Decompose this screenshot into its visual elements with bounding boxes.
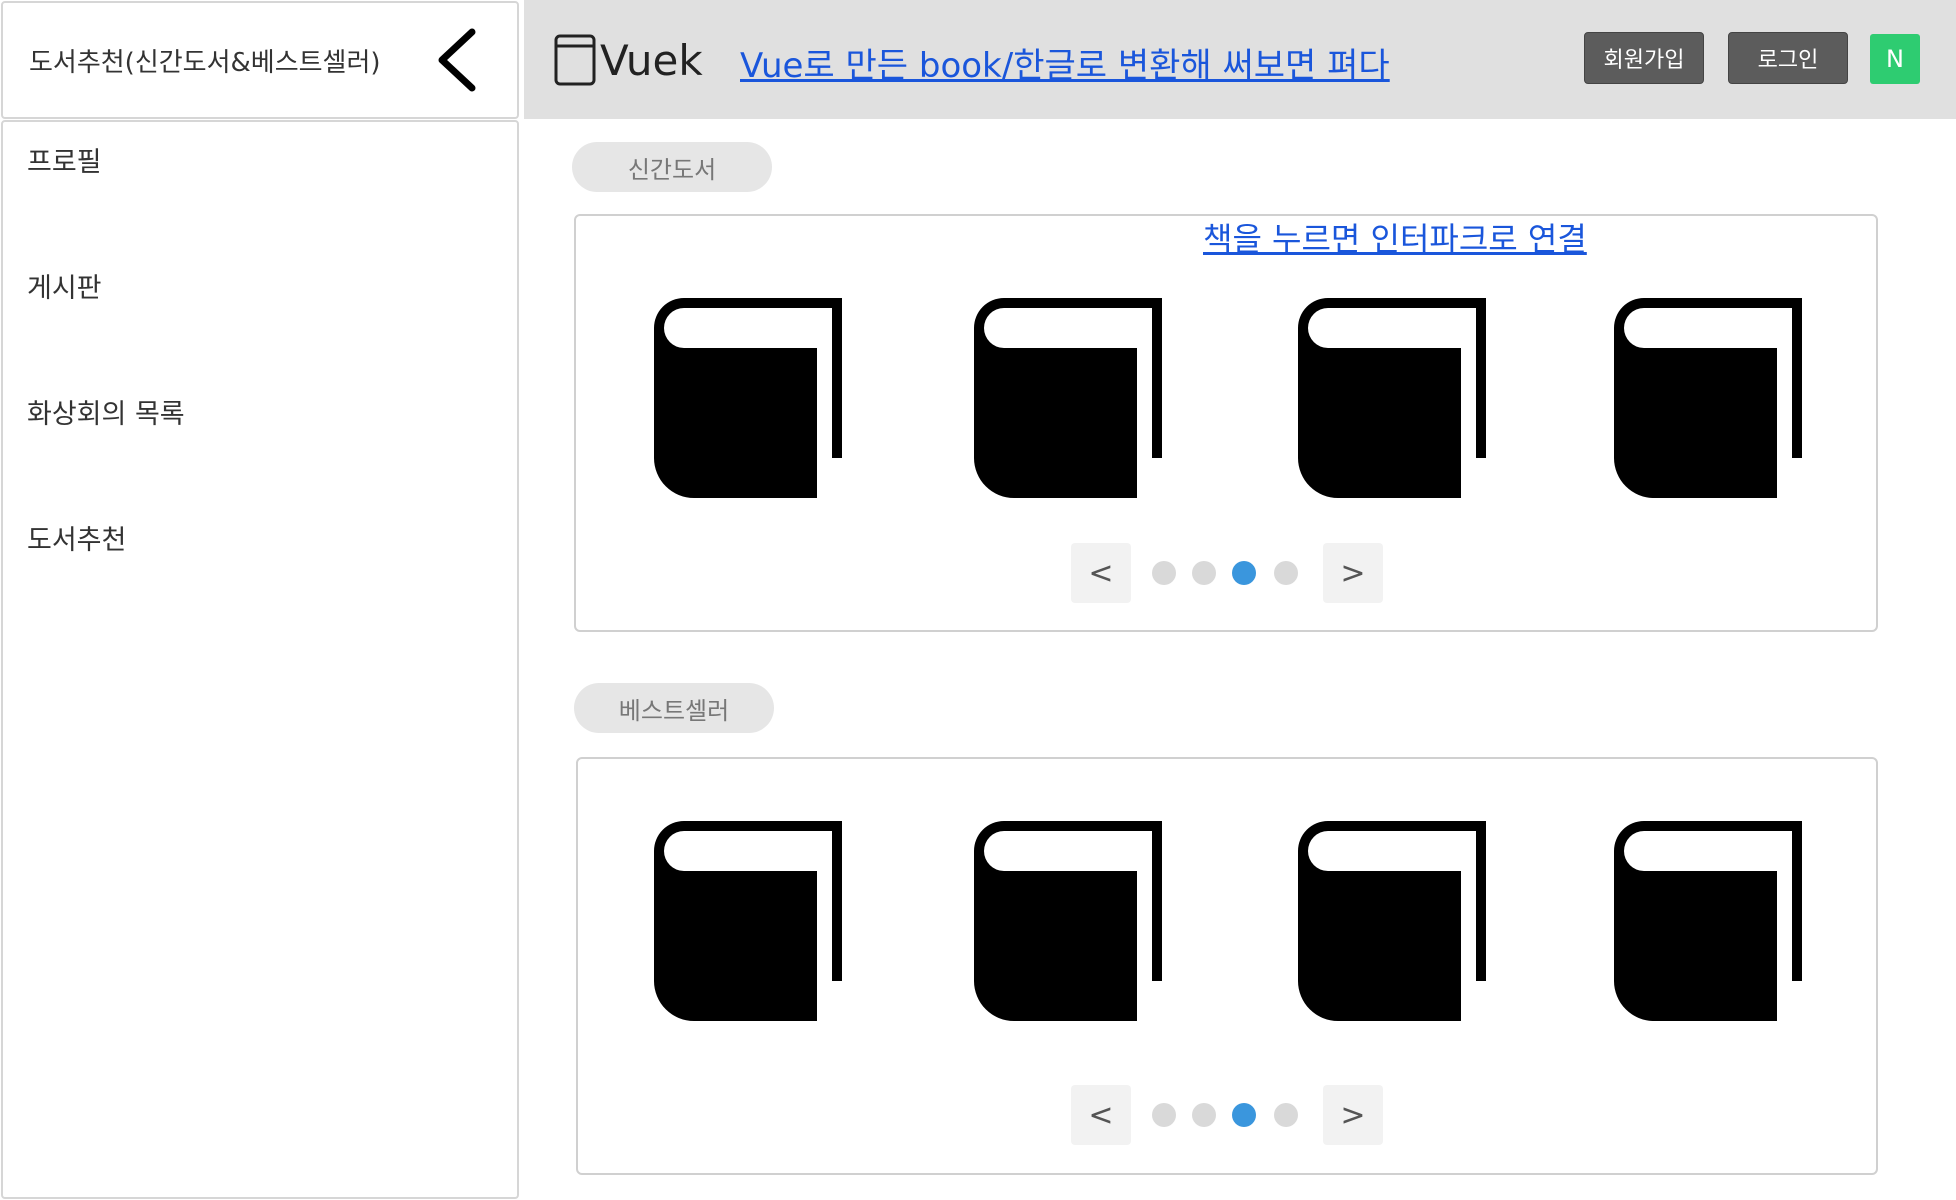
top-bar: Vuek Vue로 만든 book/한글로 변환해 써보면 펴다 회원가입 로그… xyxy=(524,0,1956,119)
section-label-new-books: 신간도서 xyxy=(572,142,772,192)
book-icon[interactable] xyxy=(654,821,844,1021)
book-icon[interactable] xyxy=(1614,298,1804,498)
carousel-dot-active[interactable] xyxy=(1232,1103,1256,1127)
section-label-bestseller: 베스트셀러 xyxy=(574,683,774,733)
carousel-prev-button[interactable]: < xyxy=(1071,1085,1131,1145)
sidebar-item-book-recommend[interactable]: 도서추천 xyxy=(27,518,126,557)
sidebar-title: 도서추천(신간도서&베스트셀러) xyxy=(29,47,381,78)
logo[interactable]: Vuek xyxy=(554,34,703,86)
carousel-next-button[interactable]: > xyxy=(1323,1085,1383,1145)
sidebar-item-board[interactable]: 게시판 xyxy=(27,266,102,305)
book-icon[interactable] xyxy=(974,821,1164,1021)
book-icon[interactable] xyxy=(1298,821,1488,1021)
chevron-left-icon xyxy=(438,28,476,92)
carousel-next-button[interactable]: > xyxy=(1323,543,1383,603)
carousel-dot[interactable] xyxy=(1192,561,1216,585)
carousel-dot[interactable] xyxy=(1152,1103,1176,1127)
carousel-dot[interactable] xyxy=(1274,561,1298,585)
carousel-dot[interactable] xyxy=(1152,561,1176,585)
sidebar-menu: 프로필 게시판 화상회의 목록 도서추천 xyxy=(1,120,519,1199)
sidebar-item-video-meetings[interactable]: 화상회의 목록 xyxy=(27,392,185,431)
book-icon[interactable] xyxy=(974,298,1164,498)
logo-text: Vuek xyxy=(600,35,703,85)
avatar[interactable]: N xyxy=(1870,34,1920,84)
carousel-dot[interactable] xyxy=(1274,1103,1298,1127)
interpark-link[interactable]: 책을 누르면 인터파크로 연결 xyxy=(1203,214,1587,260)
sidebar-item-profile[interactable]: 프로필 xyxy=(27,140,102,179)
new-books-carousel: 책을 누르면 인터파크로 연결 < > xyxy=(574,214,1878,632)
book-icon[interactable] xyxy=(1614,821,1804,1021)
login-button[interactable]: 로그인 xyxy=(1728,32,1848,84)
book-outline-icon xyxy=(554,34,596,86)
carousel-dot-active[interactable] xyxy=(1232,561,1256,585)
signup-button[interactable]: 회원가입 xyxy=(1584,32,1704,84)
book-icon[interactable] xyxy=(1298,298,1488,498)
sidebar-header: 도서추천(신간도서&베스트셀러) xyxy=(1,1,519,119)
bestseller-carousel: < > xyxy=(576,757,1878,1175)
carousel-dot[interactable] xyxy=(1192,1103,1216,1127)
carousel-prev-button[interactable]: < xyxy=(1071,543,1131,603)
header-link[interactable]: Vue로 만든 book/한글로 변환해 써보면 펴다 xyxy=(740,38,1390,87)
back-button[interactable] xyxy=(421,20,491,100)
book-icon[interactable] xyxy=(654,298,844,498)
